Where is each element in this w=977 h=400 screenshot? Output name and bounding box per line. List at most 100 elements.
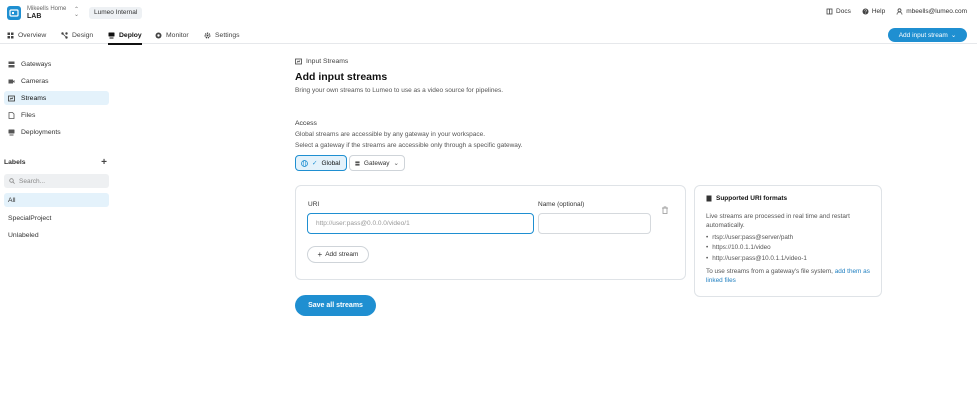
sidebar-item-label: Deployments <box>21 128 61 136</box>
chevron-down-icon: ⌄ <box>393 160 399 167</box>
file-icon <box>8 111 15 119</box>
tab-overview[interactable]: Overview <box>7 26 46 44</box>
info-title-text: Supported URI formats <box>716 195 788 202</box>
deploy-icon <box>108 32 115 38</box>
tab-label: Deploy <box>119 31 142 39</box>
gear-icon <box>204 32 211 38</box>
top-bar: Mikeells Home LAB ⌃ ⌄ Lumeo Internal Docs… <box>0 0 977 26</box>
check-icon: ✓ <box>312 160 318 167</box>
label-item-specialproject[interactable]: SpecialProject <box>4 211 109 225</box>
tab-label: Monitor <box>166 31 189 39</box>
sidebar-item-cameras[interactable]: Cameras <box>4 74 109 88</box>
help-icon: ? <box>862 8 869 15</box>
labels-title: Labels <box>4 159 26 166</box>
sidebar-item-streams[interactable]: Streams <box>4 91 109 105</box>
tab-settings[interactable]: Settings <box>204 26 240 44</box>
stream-icon <box>8 95 15 101</box>
breadcrumb[interactable]: Input Streams <box>295 58 348 65</box>
label-search-placeholder: Search... <box>19 177 46 185</box>
environment-badge[interactable]: Lumeo Internal <box>89 7 143 19</box>
docs-link[interactable]: Docs <box>826 8 851 15</box>
monitor-icon <box>155 32 162 38</box>
access-description-1: Global streams are accessible by any gat… <box>295 131 486 138</box>
info-title: Supported URI formats <box>706 195 787 202</box>
bullet: • <box>706 255 709 262</box>
sidebar-item-files[interactable]: Files <box>4 108 109 122</box>
tab-monitor[interactable]: Monitor <box>155 26 189 44</box>
save-all-streams-button[interactable]: Save all streams <box>295 295 376 316</box>
org-name: Mikeells Home <box>27 6 67 12</box>
camera-icon <box>8 79 15 83</box>
uri-input[interactable]: http://user:pass@0.0.0.0/video/1 <box>307 213 534 234</box>
lumeo-logo-icon[interactable] <box>7 6 21 20</box>
bullet: • <box>706 234 709 241</box>
uri-label: URI <box>308 201 320 208</box>
uri-input-placeholder: http://user:pass@0.0.0.0/video/1 <box>316 220 410 227</box>
access-description-2: Select a gateway if the streams are acce… <box>295 142 523 149</box>
deployments-icon <box>8 129 15 135</box>
server-icon <box>8 61 15 67</box>
format-item: • http://user:pass@10.0.1.1/video-1 <box>706 255 807 262</box>
breadcrumb-label: Input Streams <box>306 58 349 65</box>
name-label: Name (optional) <box>538 201 585 208</box>
help-link[interactable]: ? Help <box>862 8 885 15</box>
format-text: http://user:pass@10.0.1.1/video-1 <box>712 255 807 262</box>
sidebar-item-label: Gateways <box>21 60 52 68</box>
page-title: Add input streams <box>295 71 388 83</box>
plus-icon: + <box>317 250 323 259</box>
user-menu[interactable]: mbeells@lumeo.com <box>896 8 967 15</box>
info-footer-text: To use streams from a gateway's file sys… <box>706 268 833 275</box>
user-icon <box>896 8 903 15</box>
main-nav: Overview Design Deploy Monitor Settings <box>0 26 977 45</box>
format-text: https://10.0.1.1/video <box>712 244 771 251</box>
sidebar-item-gateways[interactable]: Gateways <box>4 57 109 71</box>
stream-icon <box>295 58 302 65</box>
labels-header: Labels + <box>4 157 109 168</box>
tab-deploy[interactable]: Deploy <box>108 26 142 45</box>
book-icon <box>826 8 833 15</box>
scope-gateway-label: Gateway <box>363 159 390 167</box>
label-item-unlabeled[interactable]: Unlabeled <box>4 228 109 242</box>
scope-global-label: Global <box>321 159 341 167</box>
chevron-down-icon: ⌄ <box>950 32 957 39</box>
globe-icon <box>301 159 308 167</box>
info-paragraph: Live streams are processed in real time … <box>706 213 850 229</box>
workspace-switcher[interactable]: Mikeells Home LAB <box>27 5 66 21</box>
grid-icon <box>7 32 14 38</box>
server-icon <box>355 160 360 166</box>
scope-global-toggle[interactable]: ✓ Global <box>295 155 347 171</box>
scope-gateway-select[interactable]: Gateway ⌄ <box>349 155 405 171</box>
tab-design[interactable]: Design <box>61 26 93 44</box>
chevron-updown-icon[interactable]: ⌃ ⌄ <box>74 7 79 18</box>
add-label-plus-icon[interactable]: + <box>101 157 107 168</box>
access-title: Access <box>295 120 317 127</box>
format-text: rtsp://user:pass@server/path <box>712 234 794 241</box>
sidebar-item-deployments[interactable]: Deployments <box>4 125 109 139</box>
add-input-stream-label: Add input stream <box>898 31 948 39</box>
label-item-all[interactable]: All <box>4 193 109 207</box>
workspace-name: LAB <box>27 13 42 20</box>
user-email: mbeells@lumeo.com <box>906 8 967 15</box>
tab-label: Overview <box>18 31 47 39</box>
docs-label: Docs <box>836 8 851 15</box>
label-item-label: Unlabeled <box>8 231 39 239</box>
format-item: • rtsp://user:pass@server/path <box>706 234 793 241</box>
label-search-input[interactable]: Search... <box>4 174 109 188</box>
sidebar-item-label: Files <box>21 111 36 119</box>
document-icon <box>706 195 712 202</box>
svg-text:?: ? <box>864 9 867 15</box>
tab-label: Design <box>72 31 94 39</box>
search-icon <box>9 178 15 184</box>
tab-label: Settings <box>215 31 240 39</box>
name-input[interactable] <box>538 213 651 234</box>
add-stream-label: Add stream <box>325 251 359 258</box>
add-input-stream-button[interactable]: Add input stream ⌄ <box>888 28 967 42</box>
help-label: Help <box>871 8 886 15</box>
nodes-icon <box>61 31 68 39</box>
info-footer: To use streams from a gateway's file sys… <box>706 267 874 285</box>
bullet: • <box>706 244 709 251</box>
label-item-label: All <box>8 196 16 204</box>
add-stream-button[interactable]: + Add stream <box>307 246 369 263</box>
label-item-label: SpecialProject <box>8 214 52 222</box>
trash-icon[interactable] <box>661 206 669 214</box>
